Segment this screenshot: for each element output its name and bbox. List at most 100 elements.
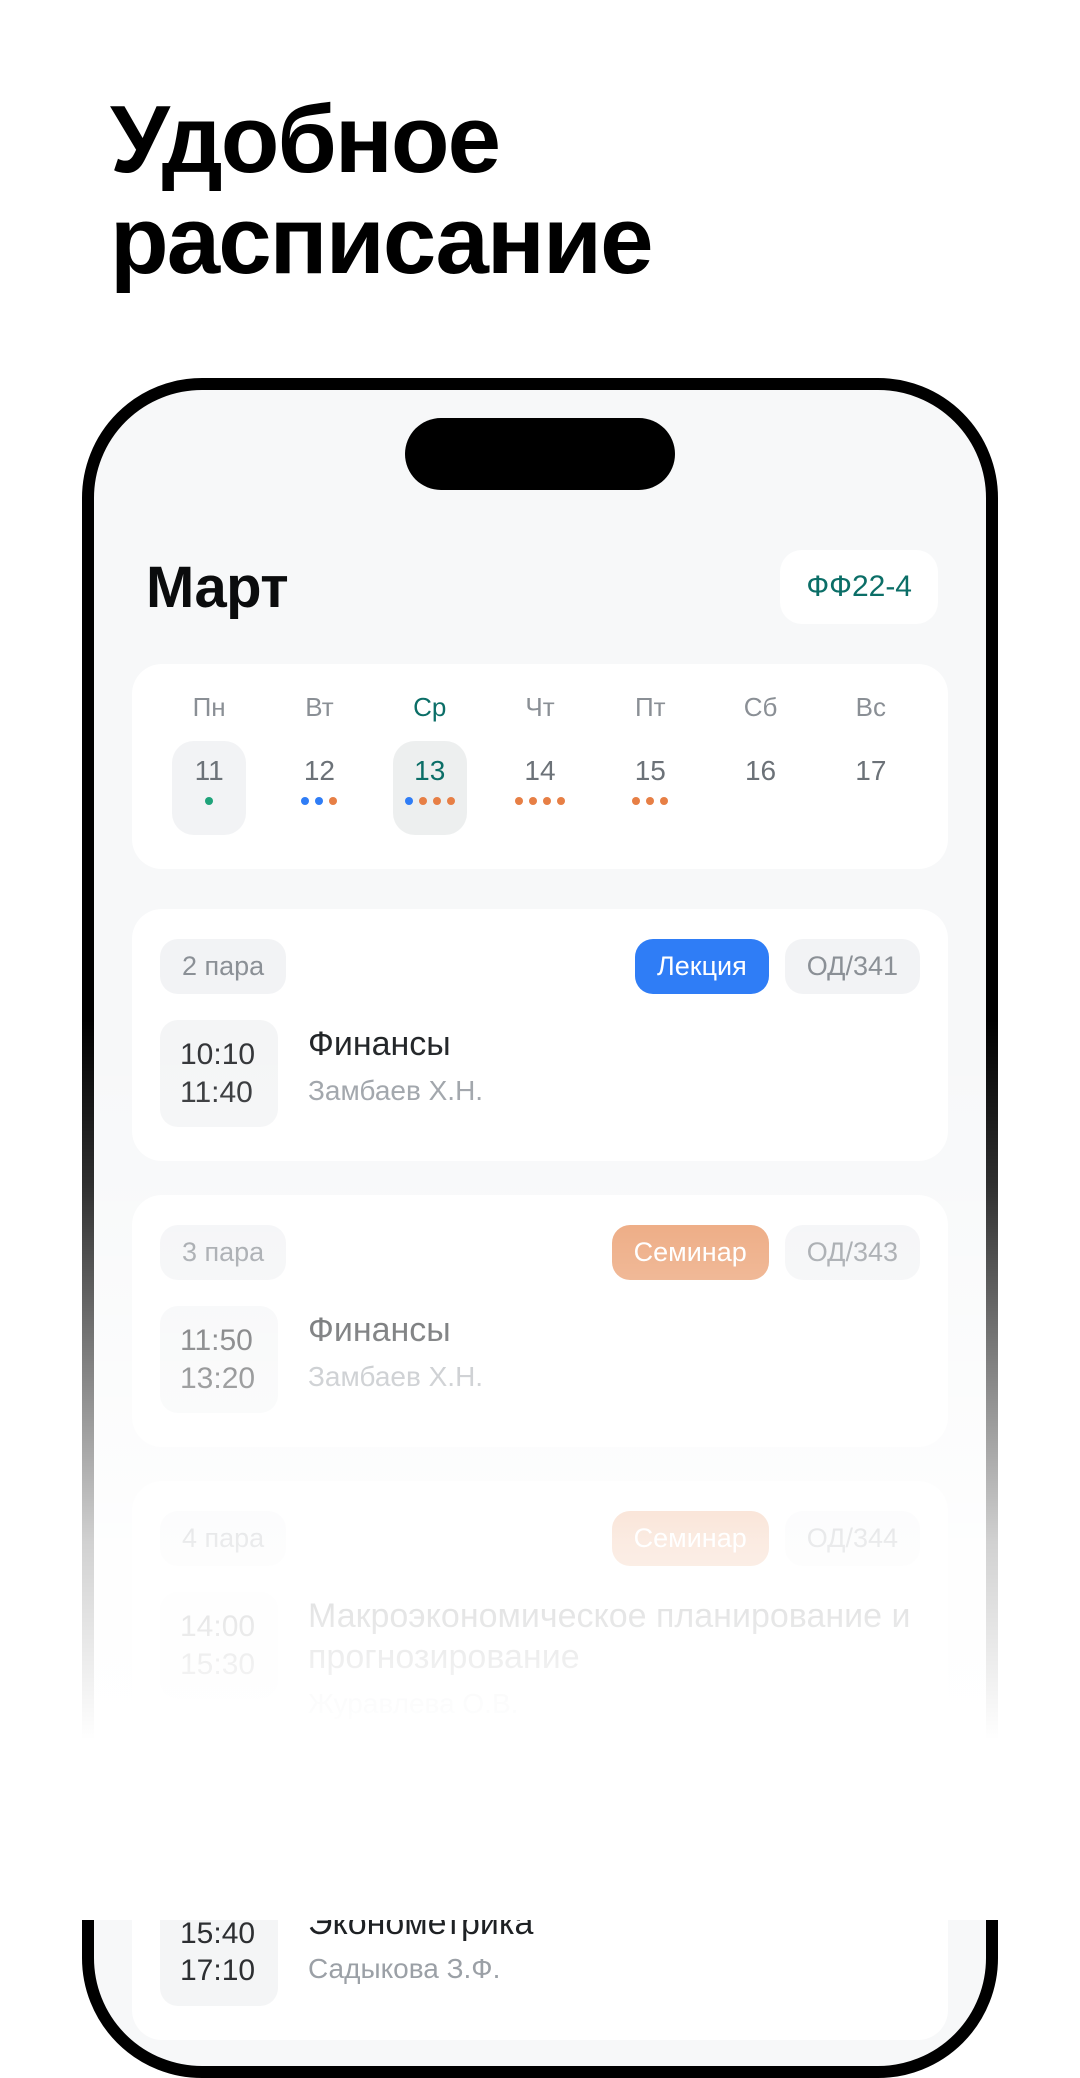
lesson-card[interactable]: 5 пара Семинар ОД/214 15:4017:10 Эконометрик… [132, 1788, 948, 2040]
day-column[interactable]: Вс 17 [816, 692, 926, 835]
day-chip[interactable]: 11 [172, 741, 246, 835]
lesson-header: 2 пара ЛекцияОД/341 [160, 939, 920, 994]
teacher: Садыкова З.Ф. [308, 1953, 533, 1985]
event-dot-icon [405, 797, 413, 805]
day-number: 17 [855, 755, 886, 787]
hero-title: Удобное расписание [110, 90, 652, 292]
type-chip: Семинар [612, 1511, 769, 1566]
time-box: 11:5013:20 [160, 1306, 278, 1413]
header-row: Март ФФ22-4 [132, 550, 948, 624]
lesson-tags: Семинар ОД/343 [612, 1225, 920, 1280]
type-chip: Семинар [612, 1225, 769, 1280]
day-column[interactable]: Вт12 [264, 692, 374, 835]
time-box: 10:1011:40 [160, 1020, 278, 1127]
room-chip: ОД/343 [785, 1225, 920, 1280]
day-number: 15 [635, 755, 666, 787]
lesson-tags: СеминарОД/344 [612, 1511, 920, 1566]
lesson-header: 5 пара Семинар ОД/214 [160, 1818, 920, 1873]
lesson-card[interactable]: 2 пара ЛекцияОД/341 10:1011:40 Финансы Замба… [132, 909, 948, 1161]
lesson-body: 10:1011:40 Финансы Замбаев Х.Н. [160, 1020, 920, 1127]
teacher: Замбаев Х.Н. [308, 1075, 483, 1107]
event-dot-icon [315, 797, 323, 805]
day-number: 16 [745, 755, 776, 787]
hero-line1: Удобное [110, 86, 499, 193]
lesson-body: 14:0015:30 Макроэкономическое планировани… [160, 1592, 920, 1720]
event-dot-icon [205, 797, 213, 805]
weekday-label: Сб [744, 692, 778, 723]
event-dot-icon [301, 797, 309, 805]
day-number: 13 [414, 755, 445, 787]
day-column[interactable]: Пн 11 [154, 692, 264, 835]
weekday-label: Вс [856, 692, 886, 723]
subject: Финансы [308, 1024, 483, 1065]
event-dot-icon [660, 797, 668, 805]
weekday-label: Ср [413, 692, 446, 723]
event-dots [632, 797, 668, 805]
lesson-header: 3 пара Семинар ОД/343 [160, 1225, 920, 1280]
teacher: Журавлева О.В. [308, 1688, 920, 1720]
event-dot-icon [646, 797, 654, 805]
time-end: 17:10 [180, 1952, 258, 1990]
phone-notch [405, 418, 675, 490]
group-selector[interactable]: ФФ22-4 [780, 550, 938, 624]
lesson-body: 11:5013:20 Финансы Замбаев Х.Н. [160, 1306, 920, 1413]
lesson-info: Макроэкономическое планирование и прогно… [308, 1592, 920, 1720]
weekday-label: Пт [635, 692, 666, 723]
event-dot-icon [529, 797, 537, 805]
day-number: 12 [304, 755, 335, 787]
slot-chip: 2 пара [160, 939, 286, 994]
lesson-info: Финансы Замбаев Х.Н. [308, 1020, 483, 1107]
day-chip[interactable]: 12 [282, 741, 356, 835]
time-end: 15:30 [180, 1646, 258, 1684]
lessons-list: 2 пара ЛекцияОД/341 10:1011:40 Финансы Замба… [132, 909, 948, 2040]
hero-line2: расписание [110, 187, 652, 294]
time-start: 10:10 [180, 1036, 258, 1074]
event-dot-icon [557, 797, 565, 805]
lesson-header: 4 пара СеминарОД/344 [160, 1511, 920, 1566]
day-chip[interactable]: 15 [613, 741, 687, 835]
weekday-label: Пн [193, 692, 226, 723]
time-end: 11:40 [180, 1074, 258, 1112]
lesson-card[interactable]: 4 пара СеминарОД/344 14:0015:30 Макроэконом… [132, 1481, 948, 1754]
day-chip[interactable]: 16 [724, 741, 798, 835]
event-dot-icon [419, 797, 427, 805]
time-box: 15:4017:10 [160, 1899, 278, 2006]
slot-chip: 5 пара [160, 1818, 286, 1873]
day-column[interactable]: Ср 13 [375, 692, 485, 835]
day-chip[interactable]: 14 [503, 741, 577, 835]
lesson-info: Финансы Замбаев Х.Н. [308, 1306, 483, 1393]
type-chip: Семинар [612, 1818, 769, 1873]
day-column[interactable]: Чт 14 [485, 692, 595, 835]
subject: Финансы [308, 1310, 483, 1351]
day-column[interactable]: Сб 16 [705, 692, 815, 835]
weekday-label: Чт [525, 692, 554, 723]
event-dot-icon [632, 797, 640, 805]
teacher: Замбаев Х.Н. [308, 1361, 483, 1393]
lesson-tags: ЛекцияОД/341 [635, 939, 920, 994]
type-chip: Лекция [635, 939, 769, 994]
lesson-card[interactable]: 3 пара Семинар ОД/343 11:5013:20 Финансы Замб… [132, 1195, 948, 1447]
event-dots [205, 797, 213, 805]
slot-chip: 4 пара [160, 1511, 286, 1566]
time-box: 14:0015:30 [160, 1592, 278, 1699]
week-strip: Пн 11 Вт12 Ср 13 Чт 14 Пт 15 Сб 16 Вс 17 [132, 664, 948, 869]
time-start: 11:50 [180, 1322, 258, 1360]
day-column[interactable]: Пт 15 [595, 692, 705, 835]
event-dots [515, 797, 565, 805]
slot-chip: 3 пара [160, 1225, 286, 1280]
subject: Эконометрика [308, 1903, 533, 1944]
time-start: 14:00 [180, 1608, 258, 1646]
day-number: 11 [195, 755, 224, 787]
event-dot-icon [515, 797, 523, 805]
time-start: 15:40 [180, 1915, 258, 1953]
day-chip[interactable]: 17 [834, 741, 908, 835]
event-dot-icon [447, 797, 455, 805]
app-screen: Март ФФ22-4 Пн 11 Вт12 Ср 13 Чт 14 Пт 15 Сб 16 Вс 17… [94, 390, 986, 2066]
phone-frame: Март ФФ22-4 Пн 11 Вт12 Ср 13 Чт 14 Пт 15 Сб 16 Вс 17… [82, 378, 998, 2078]
event-dots [405, 797, 455, 805]
lesson-info: Эконометрика Садыкова З.Ф. [308, 1899, 533, 1986]
time-end: 13:20 [180, 1360, 258, 1398]
room-chip: ОД/214 [785, 1818, 920, 1873]
day-chip[interactable]: 13 [393, 741, 467, 835]
month-title[interactable]: Март [146, 554, 288, 621]
